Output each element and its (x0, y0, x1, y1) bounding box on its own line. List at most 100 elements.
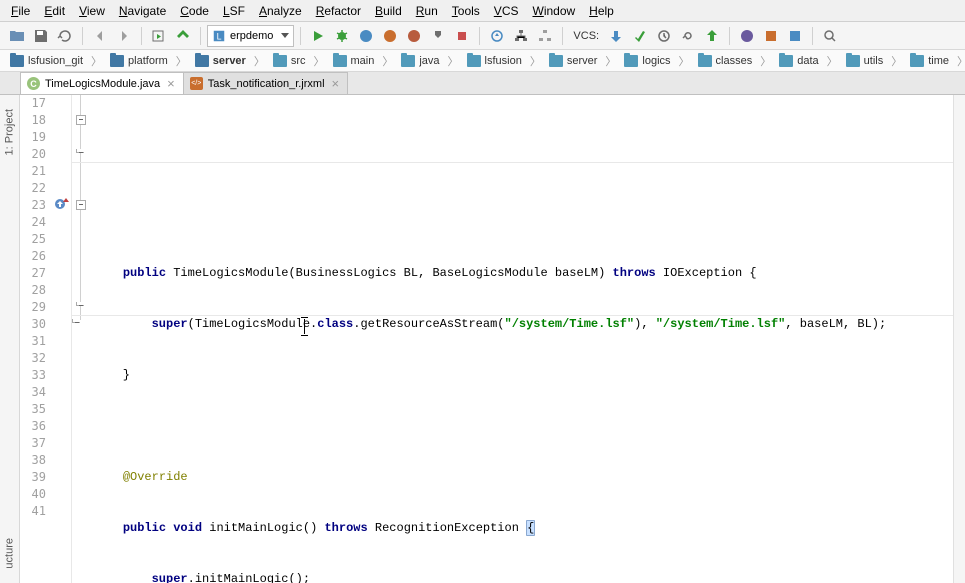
breadcrumb-item[interactable]: lsfusion (463, 54, 526, 68)
breadcrumb-item[interactable]: utils (842, 54, 888, 68)
menu-code[interactable]: Code (173, 2, 216, 20)
breadcrumb-item[interactable]: java (397, 54, 443, 68)
debug-icon[interactable] (331, 25, 353, 47)
line-number[interactable]: 24 (20, 214, 46, 231)
eclipse-icon[interactable] (736, 25, 758, 47)
line-number[interactable]: 33 (20, 367, 46, 384)
menu-build[interactable]: Build (368, 2, 409, 20)
breadcrumb-sep: 〉 (955, 53, 965, 69)
menu-refactor[interactable]: Refactor (309, 2, 368, 20)
menu-run[interactable]: Run (409, 2, 445, 20)
profile2-icon[interactable] (403, 25, 425, 47)
line-number[interactable]: 21 (20, 163, 46, 180)
breadcrumb-item[interactable]: data (775, 54, 822, 68)
code-editor[interactable]: public TimeLogicsModule(BusinessLogics B… (72, 95, 953, 583)
side-tab-project[interactable]: 1: Project (0, 103, 19, 161)
fold-end-icon[interactable] (76, 149, 84, 153)
breadcrumb-item[interactable]: server (545, 54, 602, 68)
line-number[interactable]: 22 (20, 180, 46, 197)
build-icon[interactable] (172, 25, 194, 47)
breadcrumb-sep: 〉 (446, 53, 461, 69)
search-icon[interactable] (819, 25, 841, 47)
run-context-icon[interactable] (148, 25, 170, 47)
breadcrumb-item[interactable]: server (191, 54, 250, 68)
menu-help[interactable]: Help (582, 2, 621, 20)
breadcrumb-item[interactable]: classes (694, 54, 757, 68)
vcs-update-icon[interactable] (605, 25, 627, 47)
line-number[interactable]: 18 (20, 112, 46, 129)
save-icon[interactable] (30, 25, 52, 47)
svg-text:L: L (217, 31, 222, 41)
share-icon[interactable] (486, 25, 508, 47)
tree-icon[interactable] (510, 25, 532, 47)
error-stripe[interactable] (953, 95, 965, 583)
line-number[interactable]: 38 (20, 452, 46, 469)
line-number[interactable]: 39 (20, 469, 46, 486)
refresh-icon[interactable] (54, 25, 76, 47)
line-number[interactable]: 30 (20, 316, 46, 333)
fold-end-icon[interactable] (76, 302, 84, 306)
open-icon[interactable] (6, 25, 28, 47)
line-number[interactable]: 26 (20, 248, 46, 265)
line-number[interactable]: 36 (20, 418, 46, 435)
line-number[interactable]: 19 (20, 129, 46, 146)
forward-icon[interactable] (113, 25, 135, 47)
vcs-push-icon[interactable] (701, 25, 723, 47)
menu-window[interactable]: Window (525, 2, 582, 20)
attach-icon[interactable] (427, 25, 449, 47)
menu-tools[interactable]: Tools (445, 2, 487, 20)
profile-icon[interactable] (379, 25, 401, 47)
line-number[interactable]: 40 (20, 486, 46, 503)
tab-timelogicsmodule[interactable]: C TimeLogicsModule.java × (20, 72, 184, 94)
vcs-revert-icon[interactable] (677, 25, 699, 47)
left-tool-tabs: 1: Project ucture (0, 95, 20, 583)
tree2-icon[interactable] (534, 25, 556, 47)
menu-navigate[interactable]: Navigate (112, 2, 173, 20)
line-number[interactable]: 29 (20, 299, 46, 316)
menu-lsf[interactable]: LSF (216, 2, 252, 20)
idea-icon[interactable] (760, 25, 782, 47)
breadcrumb-item[interactable]: logics (620, 54, 674, 68)
folder-icon (910, 55, 924, 67)
line-number[interactable]: 31 (20, 333, 46, 350)
breadcrumb-item[interactable]: main (329, 54, 379, 68)
fold-icon[interactable] (76, 200, 86, 210)
menu-edit[interactable]: Edit (37, 2, 72, 20)
folder-icon (110, 55, 124, 67)
breadcrumb-item[interactable]: lsfusion_git (6, 54, 87, 68)
vcs-commit-icon[interactable] (629, 25, 651, 47)
line-number[interactable]: 27 (20, 265, 46, 282)
menu-view[interactable]: View (72, 2, 112, 20)
gutter-markers (52, 95, 71, 583)
coverage-icon[interactable] (355, 25, 377, 47)
breadcrumb-item[interactable]: time (906, 54, 953, 68)
close-icon[interactable]: × (165, 76, 177, 91)
fold-icon[interactable] (76, 115, 86, 125)
line-number[interactable]: 37 (20, 435, 46, 452)
run-icon[interactable] (307, 25, 329, 47)
settings-icon[interactable] (784, 25, 806, 47)
menu-vcs[interactable]: VCS (487, 2, 526, 20)
back-icon[interactable] (89, 25, 111, 47)
tab-task-notification[interactable]: </> Task_notification_r.jrxml × (183, 72, 348, 94)
override-up-icon[interactable] (62, 198, 70, 206)
menu-analyze[interactable]: Analyze (252, 2, 309, 20)
breadcrumb-item[interactable]: src (269, 54, 310, 68)
line-number[interactable]: 41 (20, 503, 46, 520)
line-number[interactable]: 17 (20, 95, 46, 112)
fold-end-icon[interactable] (72, 319, 80, 323)
line-number[interactable]: 25 (20, 231, 46, 248)
line-number[interactable]: 23 (20, 197, 46, 214)
close-icon[interactable]: × (330, 76, 342, 91)
run-config-combo[interactable]: L erpdemo (207, 25, 294, 47)
side-tab-structure[interactable]: ucture (0, 532, 19, 575)
menu-file[interactable]: File (4, 2, 37, 20)
stop-icon[interactable] (451, 25, 473, 47)
line-number[interactable]: 28 (20, 282, 46, 299)
breadcrumb-item[interactable]: platform (106, 54, 172, 68)
line-number[interactable]: 20 (20, 146, 46, 163)
vcs-history-icon[interactable] (653, 25, 675, 47)
line-number[interactable]: 34 (20, 384, 46, 401)
line-number[interactable]: 35 (20, 401, 46, 418)
line-number[interactable]: 32 (20, 350, 46, 367)
